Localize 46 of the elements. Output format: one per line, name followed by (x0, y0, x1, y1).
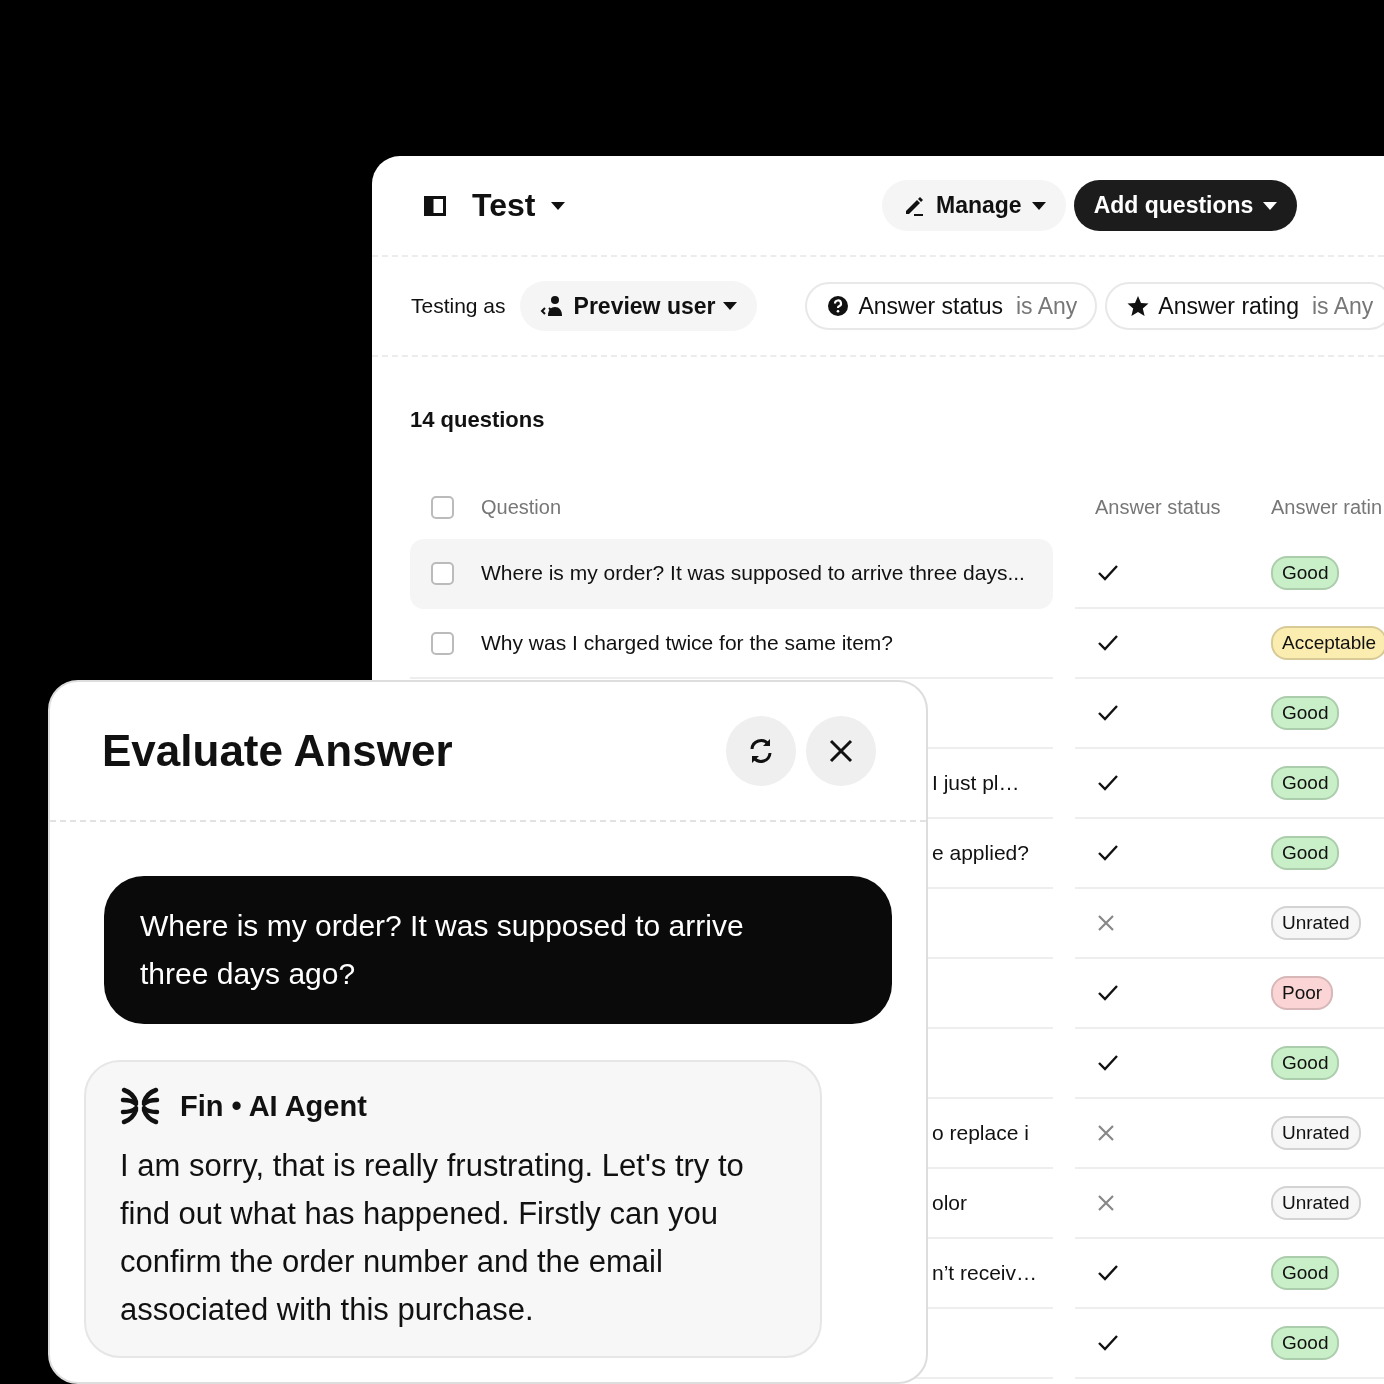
column-header: Answer ratin (1271, 495, 1383, 519)
rating-badge: Acceptable (1271, 626, 1384, 660)
question-text: Where is my order? It was supposed to arrive three days... (481, 561, 1025, 585)
fin-logo-icon (120, 1086, 160, 1126)
caret-icon (1263, 201, 1278, 210)
sidebar-icon (424, 195, 446, 216)
rating-badge: Unrated (1271, 1186, 1361, 1220)
rating-badge: Good (1271, 696, 1340, 730)
rating-badge: Unrated (1271, 1116, 1361, 1150)
rating-badge: Good (1271, 836, 1340, 870)
testing-as-label: Testing as (411, 294, 506, 318)
view-title-dropdown[interactable]: Test (472, 187, 566, 224)
column-header: Answer status (1095, 495, 1221, 519)
question-text: n’t receiv… (932, 1261, 1038, 1285)
question-circle-icon (827, 295, 850, 317)
close-icon (829, 739, 853, 763)
star-icon (1127, 295, 1150, 317)
dialog-title: Evaluate Answer (102, 726, 453, 776)
question-bubble: Where is my order? It was supposed to arrive three days ago? (104, 876, 892, 1024)
rating-filter[interactable]: Answer rating is Any (1105, 282, 1384, 330)
question-count: 14 questions (409, 406, 546, 434)
rating-badge: Good (1271, 1326, 1340, 1360)
checkbox[interactable] (431, 561, 454, 585)
status-filter[interactable]: Answer status is Any (805, 282, 1098, 330)
checkbox[interactable] (431, 495, 454, 519)
checkbox[interactable] (431, 631, 454, 655)
agent-name: Fin • AI Agent (180, 1089, 367, 1123)
rating-badge: Good (1271, 556, 1340, 590)
question-text: olor (932, 1191, 968, 1215)
question-text: Why was I charged twice for the same item? (481, 631, 893, 655)
rating-badge: Good (1271, 766, 1340, 800)
preview-user-dropdown[interactable]: Preview user (519, 281, 758, 331)
answer-text: I am sorry, that is really frustrating. Let's try to find out what has happened. Firstly can you confirm the order number and the email associated with this purchase. (120, 1147, 745, 1329)
column-header: Question (481, 495, 562, 519)
rating-badge: Good (1271, 1256, 1340, 1290)
question-text: o replace i (932, 1121, 1029, 1145)
rating-badge: Good (1271, 1046, 1340, 1080)
question-text: e applied? (932, 841, 1029, 865)
caret-icon (1031, 201, 1046, 210)
add-questions-button[interactable]: Add questions (1073, 180, 1298, 231)
rating-badge: Poor (1271, 976, 1334, 1010)
rating-badge: Unrated (1271, 906, 1361, 940)
manage-button[interactable]: Manage (882, 180, 1066, 231)
question-text: I just pl… (932, 771, 1020, 795)
caret-icon (551, 201, 566, 210)
caret-icon (723, 302, 738, 310)
